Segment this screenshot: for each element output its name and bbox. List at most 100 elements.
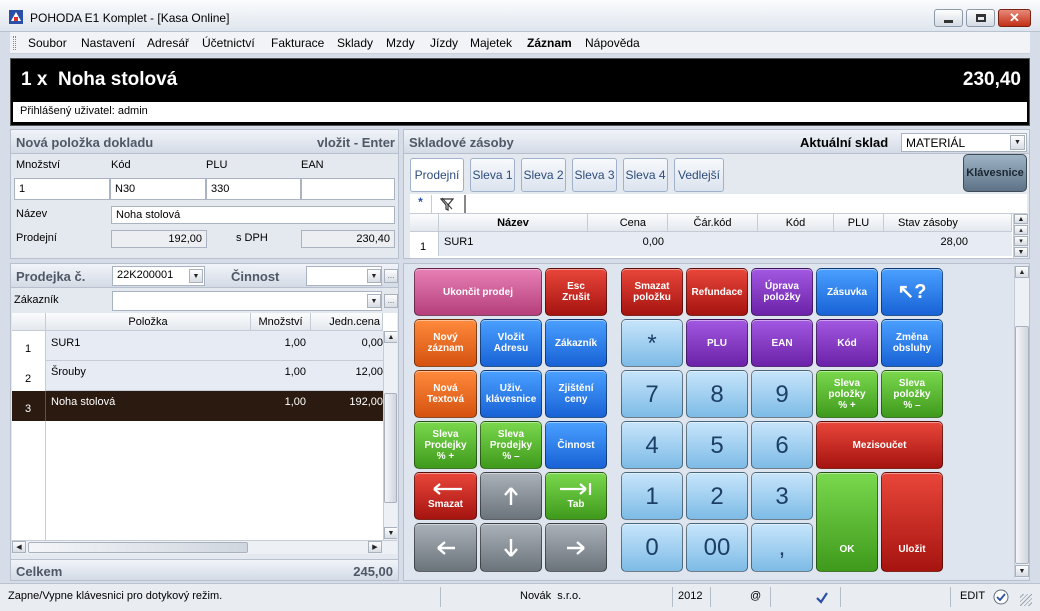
esc-zrusit-button[interactable]: Esc Zrušit: [545, 268, 607, 316]
key-6[interactable]: 6: [751, 421, 813, 469]
zakaznik-select[interactable]: [112, 291, 382, 311]
menu-sklady[interactable]: Sklady: [337, 36, 373, 50]
scroll-thumb[interactable]: [1015, 326, 1029, 564]
klavesnice-button[interactable]: Klávesnice: [963, 154, 1027, 192]
smazat-button[interactable]: Smazat: [414, 472, 477, 520]
tab-sleva-3[interactable]: Sleva 3: [572, 158, 617, 192]
kod-input[interactable]: N30: [110, 178, 206, 200]
arrow-down-button[interactable]: [480, 523, 542, 572]
smazat-polozku-button[interactable]: Smazat položku: [621, 268, 683, 316]
arrow-right-button[interactable]: [545, 523, 607, 572]
nova-textova-button[interactable]: Nová Textová: [414, 370, 477, 418]
zakaznik-button[interactable]: Zákazník: [545, 319, 607, 367]
filter-star-button[interactable]: *: [410, 195, 432, 213]
scroll-down-icon[interactable]: ▼: [384, 527, 397, 539]
chevron-down-icon[interactable]: ▼: [1010, 135, 1025, 150]
more-button[interactable]: …: [384, 269, 398, 283]
col-stav-zasoby[interactable]: Stav zásoby: [884, 214, 1012, 232]
menu-adresar[interactable]: Adresář: [147, 36, 189, 50]
stock-scrollbar[interactable]: ▲ ▴ ▾ ▼: [1013, 214, 1028, 258]
tab-sleva-2[interactable]: Sleva 2: [521, 158, 566, 192]
key-2[interactable]: 2: [686, 472, 748, 520]
close-button[interactable]: ✕: [998, 9, 1031, 27]
scroll-right-icon[interactable]: ▶: [368, 541, 382, 553]
table-row[interactable]: 3 Noha stolová 1,00 192,00: [12, 391, 383, 421]
col-mnozstvi[interactable]: Množství: [251, 313, 311, 331]
kod-button[interactable]: Kód: [816, 319, 878, 367]
scroll-down-icon[interactable]: ▾: [1014, 236, 1028, 246]
col-cena[interactable]: Cena: [588, 214, 668, 232]
menu-fakturace[interactable]: Fakturace: [271, 36, 324, 50]
chevron-down-icon[interactable]: ▼: [367, 269, 381, 283]
scroll-top-icon[interactable]: ▲: [1014, 214, 1028, 224]
menu-ucetnictvi[interactable]: Účetnictví: [202, 36, 255, 50]
cinnost-button[interactable]: Činnost: [545, 421, 607, 469]
menu-nastaveni[interactable]: Nastavení: [81, 36, 135, 50]
tab-sleva-4[interactable]: Sleva 4: [623, 158, 668, 192]
scroll-bottom-icon[interactable]: ▼: [1014, 247, 1028, 257]
table-row[interactable]: 1 SUR1 0,00 28,00: [410, 232, 1012, 256]
key-00[interactable]: 00: [686, 523, 748, 572]
key-0[interactable]: 0: [621, 523, 683, 572]
menu-majetek[interactable]: Majetek: [470, 36, 512, 50]
key-4[interactable]: 4: [621, 421, 683, 469]
menu-zaznam[interactable]: Záznam: [527, 36, 572, 50]
menu-soubor[interactable]: Soubor: [28, 36, 67, 50]
col-nazev[interactable]: Název: [439, 214, 588, 232]
uziv-klavesnice-button[interactable]: Uživ. klávesnice: [480, 370, 542, 418]
restore-button[interactable]: [966, 9, 995, 27]
col-polozka[interactable]: Položka: [46, 313, 251, 331]
nazev-input[interactable]: Noha stolová: [111, 206, 395, 224]
sleva-prodejky-plus-button[interactable]: Sleva Prodejky % +: [414, 421, 477, 469]
sleva-polozky-minus-button[interactable]: Sleva položky % –: [881, 370, 943, 418]
ok-circle-icon[interactable]: [993, 589, 1009, 605]
hscroll-thumb[interactable]: [28, 542, 248, 553]
help-cursor-button[interactable]: ↖?: [881, 268, 943, 316]
col-jedn-cena[interactable]: Jedn.cena: [311, 313, 383, 331]
uprava-polozky-button[interactable]: Úprava položky: [751, 268, 813, 316]
menu-mzdy[interactable]: Mzdy: [386, 36, 415, 50]
resize-grip[interactable]: [1020, 594, 1032, 606]
key-5[interactable]: 5: [686, 421, 748, 469]
scroll-up-icon[interactable]: ▲: [1015, 266, 1029, 278]
keypad-scrollbar[interactable]: ▲ ▼: [1014, 266, 1029, 578]
col-kod[interactable]: Kód: [758, 214, 834, 232]
key-3[interactable]: 3: [751, 472, 813, 520]
key-8[interactable]: 8: [686, 370, 748, 418]
refundace-button[interactable]: Refundace: [686, 268, 748, 316]
scroll-thumb[interactable]: [384, 393, 397, 503]
menu-napoveda[interactable]: Nápověda: [585, 36, 640, 50]
tab-button[interactable]: Tab: [545, 472, 607, 520]
mezisoucet-button[interactable]: Mezisoučet: [816, 421, 943, 469]
ean-button[interactable]: EAN: [751, 319, 813, 367]
key-9[interactable]: 9: [751, 370, 813, 418]
table-row[interactable]: 1 SUR1 1,00 0,00: [12, 331, 383, 361]
arrow-up-button[interactable]: [480, 472, 542, 520]
key-1[interactable]: 1: [621, 472, 683, 520]
more-button[interactable]: …: [384, 294, 398, 308]
grid-hscrollbar[interactable]: ◀ ▶: [12, 540, 397, 554]
ukoncit-prodej-button[interactable]: Ukončit prodej: [414, 268, 542, 316]
ulozit-button[interactable]: Uložit: [881, 472, 943, 572]
zjisteni-ceny-button[interactable]: Zjištění ceny: [545, 370, 607, 418]
vlozit-adresu-button[interactable]: Vložit Adresu: [480, 319, 542, 367]
novy-zaznam-button[interactable]: Nový záznam: [414, 319, 477, 367]
plu-button[interactable]: PLU: [686, 319, 748, 367]
col-plu[interactable]: PLU: [834, 214, 884, 232]
tab-sleva-1[interactable]: Sleva 1: [470, 158, 515, 192]
key-comma[interactable]: ,: [751, 523, 813, 572]
minimize-button[interactable]: [934, 9, 963, 27]
ok-button[interactable]: OK: [816, 472, 878, 572]
zasuvka-button[interactable]: Zásuvka: [816, 268, 878, 316]
arrow-left-button[interactable]: [414, 523, 477, 572]
key-7[interactable]: 7: [621, 370, 683, 418]
col-carkod[interactable]: Čár.kód: [668, 214, 758, 232]
scroll-up-icon[interactable]: ▲: [384, 331, 397, 343]
chevron-down-icon[interactable]: ▼: [189, 269, 203, 283]
chevron-down-icon[interactable]: ▼: [367, 294, 381, 308]
filter-icon[interactable]: [440, 197, 454, 211]
tab-prodejni[interactable]: Prodejní: [410, 158, 464, 192]
key-star[interactable]: *: [621, 319, 683, 367]
plu-input[interactable]: 330: [206, 178, 301, 200]
at-icon[interactable]: @: [750, 590, 761, 602]
